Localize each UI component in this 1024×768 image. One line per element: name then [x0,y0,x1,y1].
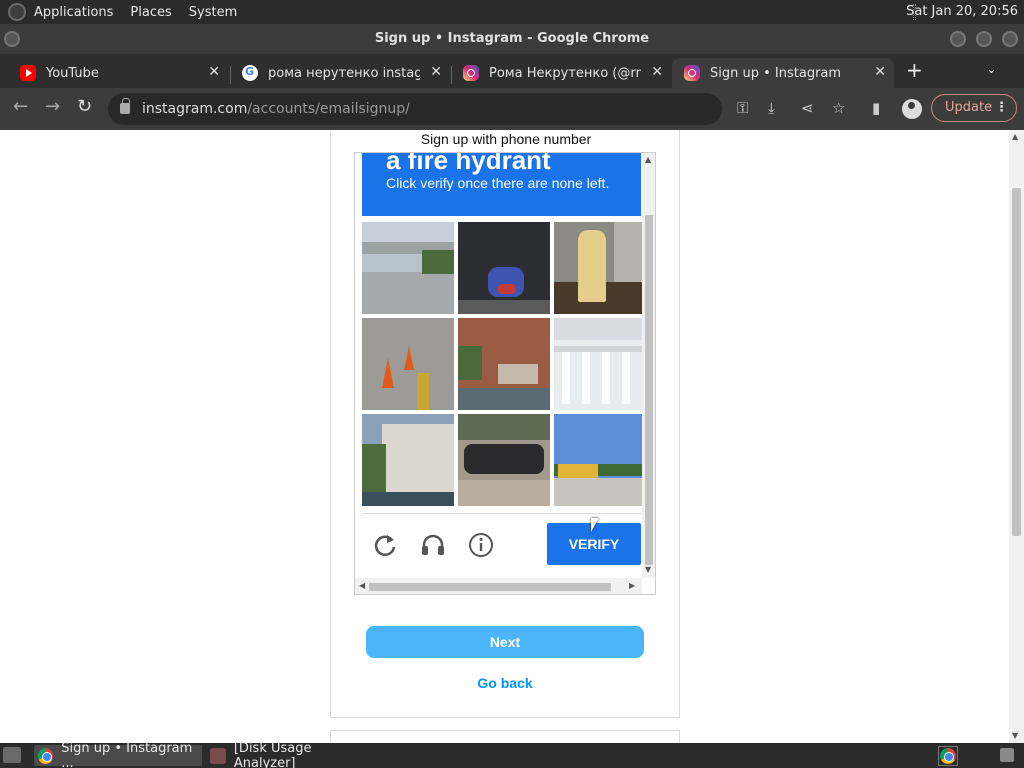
menu-applications[interactable]: Applications [34,5,113,20]
reload-icon[interactable] [371,531,399,559]
instagram-icon [463,65,479,81]
tab-search-chevron-icon[interactable]: ⌄ [986,62,997,77]
scrollbar-thumb[interactable] [369,583,611,591]
tab-label: YouTube [46,65,99,81]
scroll-up-arrow-icon[interactable]: ▲ [1012,132,1018,141]
chrome-icon [940,748,956,764]
captcha-instruction: Click verify once there are none left. [386,175,610,191]
share-icon[interactable]: ⋖ [801,99,814,117]
reload-page-icon[interactable]: ↻ [77,96,92,117]
clock[interactable]: Sat Jan 20, 20:56 [906,4,1018,19]
tab-close-icon[interactable]: ✕ [874,64,886,80]
window-titlebar[interactable]: Sign up • Instagram - Google Chrome [0,24,1024,54]
taskbar-item-chrome[interactable]: Sign up • Instagram ... [34,741,202,768]
phone-signup-link[interactable]: Sign up with phone number [331,131,681,147]
captcha-header: a fire hydrant Click verify once there a… [362,153,641,216]
menu-system[interactable]: System [189,5,237,20]
go-back-link[interactable]: Go back [366,675,644,691]
captcha-tile[interactable] [554,318,646,410]
url-host: instagram.com [142,101,248,117]
tab-instagram-signup[interactable]: Sign up • Instagram ✕ [672,58,894,88]
captcha-divider [362,513,641,514]
captcha-tile[interactable] [458,222,550,314]
chrome-icon [38,747,54,764]
window-title: Sign up • Instagram - Google Chrome [374,31,650,46]
address-bar[interactable]: instagram.com/accounts/emailsignup/ [108,93,722,125]
tray-chrome-icon[interactable] [938,746,958,766]
google-icon [242,65,258,81]
tab-close-icon[interactable]: ✕ [208,64,220,80]
captcha-tile[interactable] [362,222,454,314]
side-panel-icon[interactable]: ▮ [872,99,880,117]
captcha-tile[interactable] [458,318,550,410]
youtube-icon [20,65,36,81]
taskbar-item-label: Sign up • Instagram ... [61,740,193,768]
forward-icon[interactable]: → [45,96,60,117]
tab-bar: YouTube ✕ рома нерутенко instagram ✕ Ром… [0,54,1024,88]
scroll-up-arrow-icon[interactable]: ▲ [645,155,651,164]
close-window-icon[interactable] [1002,31,1018,47]
scroll-down-arrow-icon[interactable]: ▼ [1012,731,1018,740]
scrollbar-thumb[interactable] [1012,188,1021,536]
install-app-icon[interactable]: ⤓ [768,99,775,117]
tab-youtube[interactable]: YouTube ✕ [8,58,228,88]
back-icon[interactable]: ← [13,96,28,117]
taskbar-item-disk-usage[interactable]: [Disk Usage Analyzer] [206,741,376,768]
tab-label: рома нерутенко instagram [268,65,420,81]
bookmark-star-icon[interactable]: ☆ [832,99,845,117]
window-menu-icon[interactable] [4,31,20,47]
disk-usage-icon [210,747,226,764]
minimize-icon[interactable] [950,31,966,47]
menu-places[interactable]: Places [130,5,171,20]
tab-google-search[interactable]: рома нерутенко instagram ✕ [230,58,450,88]
next-button[interactable]: Next [366,626,644,658]
instagram-icon [684,65,700,81]
captcha-tile[interactable] [362,318,454,410]
taskbar-item-label: [Disk Usage Analyzer] [233,740,312,768]
audio-icon[interactable] [419,531,447,559]
captcha-vertical-scrollbar[interactable]: ▲ ▼ [642,153,655,578]
update-button[interactable]: Update ⋮ [931,94,1017,122]
captcha-tile[interactable] [458,414,550,506]
captcha-horizontal-scrollbar[interactable]: ◀ ▶ [355,578,642,594]
page-scrollbar[interactable]: ▲ ▼ [1009,130,1024,743]
new-tab-button[interactable]: + [906,58,923,82]
scrollbar-thumb[interactable] [645,215,653,565]
captcha-tile[interactable] [554,222,646,314]
maximize-icon[interactable] [976,31,992,47]
captcha-target: a fire hydrant [386,152,551,175]
captcha-frame: a fire hydrant Click verify once there a… [354,152,656,595]
tab-close-icon[interactable]: ✕ [430,64,442,80]
show-desktop-icon[interactable] [3,747,21,763]
tab-close-icon[interactable]: ✕ [651,64,663,80]
key-icon[interactable]: ⚿ [737,99,748,117]
tab-label: Рома Некрутенко (@rnek [489,65,641,81]
tab-label: Sign up • Instagram [710,65,842,81]
taskbar: Sign up • Instagram ... [Disk Usage Anal… [0,741,1024,768]
tab-instagram-profile[interactable]: Рома Некрутенко (@rnek ✕ [451,58,671,88]
browser-toolbar: ← → ↻ instagram.com/accounts/emailsignup… [0,88,1024,130]
login-card [330,730,680,743]
trash-icon[interactable] [1000,748,1014,762]
captcha-tile[interactable] [362,414,454,506]
top-panel: Applications Places System Sat Jan 20, 2… [0,0,1024,24]
gnome-logo-icon[interactable] [8,3,26,21]
update-label: Update [945,100,993,115]
mouse-cursor-icon [591,518,599,532]
captcha-tile[interactable] [554,414,646,506]
profile-avatar-icon[interactable] [902,99,922,119]
url-path: /accounts/emailsignup/ [247,101,410,117]
page-content: Sign up with phone number a fire hydrant… [0,130,1024,743]
info-icon[interactable] [467,531,495,559]
scroll-left-arrow-icon[interactable]: ◀ [359,581,365,590]
kebab-menu-icon[interactable]: ⋮ [995,95,1008,121]
scroll-right-arrow-icon[interactable]: ▶ [629,581,635,590]
scroll-down-arrow-icon[interactable]: ▼ [645,565,651,574]
lock-icon[interactable] [120,98,130,114]
